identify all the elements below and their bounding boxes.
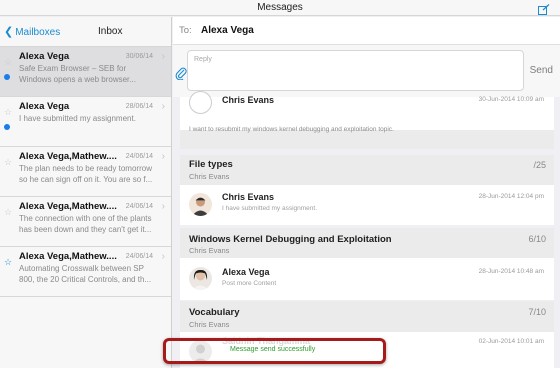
star-icon[interactable]: ☆	[4, 107, 12, 118]
star-icon[interactable]: ☆	[4, 57, 12, 68]
message-preview-line1: The connection with one of the plants	[19, 214, 152, 223]
back-button[interactable]: ❮ Mailboxes	[4, 25, 60, 38]
chevron-right-icon: ›	[161, 101, 165, 112]
message-list-item[interactable]: ☆ Alexa Vega 30/06/14 › Safe Exam Browse…	[0, 47, 171, 97]
reply-input[interactable]: Reply	[187, 50, 524, 91]
thread-author: Chris Evans	[189, 246, 230, 255]
reply-date: 28-Jun-2014 12:04 pm	[478, 193, 544, 200]
message-date: 24/06/14	[125, 203, 153, 210]
reply-date: 02-Jun-2014 10:01 am	[478, 338, 544, 345]
sidebar-header: ❮ Mailboxes Inbox	[0, 17, 171, 47]
avatar	[189, 267, 212, 290]
chevron-right-icon: ›	[161, 201, 165, 212]
unread-dot-icon	[4, 124, 10, 130]
app-title: Messages	[257, 2, 303, 13]
reply-body: I have submitted my assignment.	[222, 205, 318, 212]
compose-icon[interactable]	[538, 2, 550, 15]
reply-date: 28-Jun-2014 10:48 am	[478, 268, 544, 275]
conversation-pane: To: Alexa Vega Reply Send Chris Evans 30…	[173, 17, 560, 368]
inbox-title: Inbox	[98, 26, 123, 37]
back-label: Mailboxes	[15, 27, 61, 38]
message-list-item[interactable]: ☆ Alexa Vega,Mathew.... 24/06/14 › Autom…	[0, 247, 171, 297]
recipient-row: To: Alexa Vega	[173, 17, 560, 45]
thread-author: Chris Evans	[189, 320, 230, 329]
message-preview-line2: has been down and they can't get it...	[19, 225, 152, 234]
message-sender: Alexa Vega,Mathew....	[19, 251, 117, 262]
reply-body: Post more Content	[222, 280, 277, 287]
reply-author: Alexa Vega	[222, 267, 270, 277]
reply-author: Chris Evans	[222, 192, 275, 202]
toast-message: Message send successfully	[230, 346, 316, 353]
message-sender: Alexa Vega	[19, 101, 70, 112]
message-preview-line1: Automating Crosswalk between SP	[19, 264, 144, 273]
thread-card[interactable]: Chris Evans 30-Jun-2014 10:09 am I want …	[180, 91, 554, 149]
message-list-item[interactable]: ☆ Alexa Vega 28/06/14 › I have submitted…	[0, 97, 171, 147]
message-sender: Alexa Vega,Mathew....	[19, 201, 117, 212]
thread-body: I want to resubmit my windows kernel deb…	[189, 126, 394, 133]
unread-dot-icon	[4, 74, 10, 80]
paperclip-icon[interactable]	[175, 66, 187, 81]
recipient-name[interactable]: Alexa Vega	[201, 25, 254, 36]
thread-count: /25	[533, 160, 546, 170]
thread-title: File types	[189, 159, 233, 170]
thread-title: Vocabulary	[189, 307, 240, 318]
message-sender: Alexa Vega	[19, 51, 70, 62]
thread-author: Chris Evans	[189, 172, 230, 181]
star-icon[interactable]: ☆	[4, 257, 12, 268]
thread-title: Windows Kernel Debugging and Exploitatio…	[189, 234, 392, 245]
chevron-right-icon: ›	[161, 251, 165, 262]
message-date: 28/06/14	[125, 103, 153, 110]
compose-area: Reply Send	[173, 45, 560, 97]
message-date: 30/06/14	[125, 53, 153, 60]
reply-date: 30-Jun-2014 10:09 am	[478, 96, 544, 103]
message-preview-line1: I have submitted my assignment.	[19, 114, 136, 123]
avatar	[189, 91, 212, 114]
thread-count: 6/10	[528, 234, 546, 244]
message-preview-line2: Windows opens a web browser...	[19, 75, 136, 84]
message-preview-line1: The plan needs to be ready tomorrow	[19, 164, 152, 173]
send-button[interactable]: Send	[530, 65, 553, 76]
message-sender: Alexa Vega,Mathew....	[19, 151, 117, 162]
chevron-left-icon: ❮	[4, 26, 14, 38]
thread-card[interactable]: File types /25 Chris Evans Chris Evans I…	[180, 155, 554, 225]
message-list-item[interactable]: ☆ Alexa Vega,Mathew.... 24/06/14 › The p…	[0, 147, 171, 197]
chevron-right-icon: ›	[161, 51, 165, 62]
top-bar: Messages	[0, 0, 560, 16]
star-icon[interactable]: ☆	[4, 157, 12, 168]
message-preview-line2: 800, the 20 Critical Controls, and th...	[19, 275, 152, 284]
to-label: To:	[179, 25, 192, 36]
message-preview-line2: so he can sign off on it. You are so f..…	[19, 175, 153, 184]
thread-count: 7/10	[528, 307, 546, 317]
chevron-right-icon: ›	[161, 151, 165, 162]
reply-author: Chris Evans	[222, 95, 275, 105]
thread-card[interactable]: Windows Kernel Debugging and Exploitatio…	[180, 228, 554, 300]
message-preview-line1: Safe Exam Browser – SEB for	[19, 64, 127, 73]
message-date: 24/06/14	[125, 253, 153, 260]
reply-row[interactable]: Chris Evans I have submitted my assignme…	[180, 185, 554, 225]
message-list-item[interactable]: ☆ Alexa Vega,Mathew.... 24/06/14 › The c…	[0, 197, 171, 247]
star-icon[interactable]: ☆	[4, 207, 12, 218]
mailbox-sidebar: ❮ Mailboxes Inbox ☆ Alexa Vega 30/06/14 ›…	[0, 17, 172, 368]
avatar	[189, 193, 212, 216]
reply-row[interactable]: Alexa Vega Post more Content 28-Jun-2014…	[180, 258, 554, 300]
message-date: 24/06/14	[125, 153, 153, 160]
